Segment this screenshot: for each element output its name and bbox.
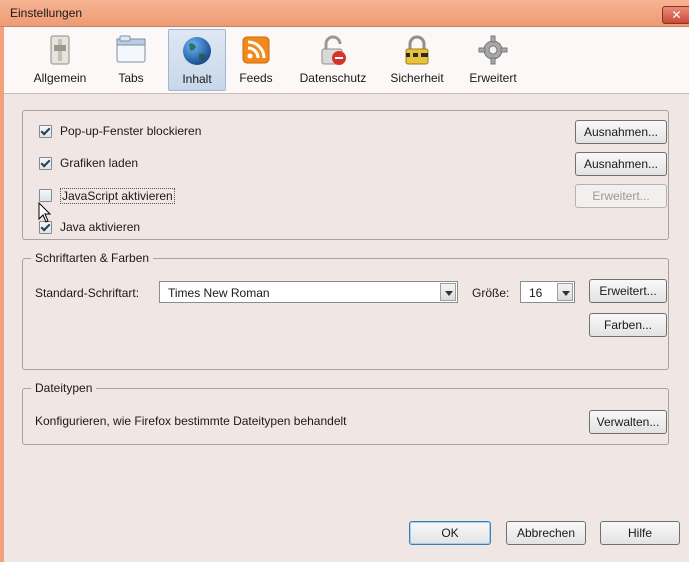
content-pane: Pop-up-Fenster blockieren Ausnahmen... G…	[4, 94, 689, 562]
close-button[interactable]: ✕	[662, 6, 689, 24]
chevron-down-icon	[440, 283, 456, 301]
globe-icon	[183, 37, 211, 65]
tab-label: Tabs	[118, 71, 144, 85]
padlock-icon	[405, 35, 429, 65]
file-types-description: Konfigurieren, wie Firefox bestimmte Dat…	[35, 414, 347, 428]
font-size-select[interactable]: 16	[520, 281, 575, 303]
load-images-checkbox[interactable]	[39, 157, 52, 170]
tab-datenschutz[interactable]: Datenschutz	[290, 29, 376, 91]
tab-sicherheit[interactable]: Sicherheit	[382, 29, 452, 91]
window-title: Einstellungen	[10, 6, 83, 20]
tabs-window-icon	[116, 35, 146, 63]
chevron-down-icon	[557, 283, 573, 301]
ok-button[interactable]: OK	[409, 521, 491, 545]
privacy-mask-icon	[321, 35, 346, 65]
image-exceptions-button[interactable]: Ausnahmen...	[575, 152, 667, 176]
tab-label: Allgemein	[33, 71, 87, 85]
javascript-checkbox[interactable]	[39, 189, 52, 202]
default-font-value: Times New Roman	[168, 286, 270, 300]
gear-icon	[478, 35, 508, 65]
javascript-advanced-button[interactable]: Erweitert...	[575, 184, 667, 208]
tab-tabs[interactable]: Tabs	[100, 29, 162, 91]
java-label: Java aktivieren	[60, 220, 141, 234]
mouse-pointer-icon	[38, 202, 52, 223]
tab-label: Datenschutz	[299, 71, 367, 85]
size-label: Größe:	[472, 286, 510, 300]
tab-label: Feeds	[239, 71, 273, 85]
tab-feeds[interactable]: Feeds	[230, 29, 282, 91]
popup-block-checkbox[interactable]	[39, 125, 52, 138]
colors-button[interactable]: Farben...	[589, 313, 667, 337]
default-font-select[interactable]: Times New Roman	[159, 281, 458, 303]
general-switch-icon	[50, 35, 70, 65]
file-types-legend: Dateitypen	[31, 381, 97, 395]
load-images-label: Grafiken laden	[60, 156, 139, 170]
font-size-value: 16	[529, 286, 543, 300]
tab-erweitert[interactable]: Erweitert	[462, 29, 524, 91]
file-types-group: Dateitypen Konfigurieren, wie Firefox be…	[22, 381, 669, 445]
javascript-label: JavaScript aktivieren	[60, 188, 175, 204]
tab-label: Sicherheit	[390, 71, 444, 85]
category-toolbar: Allgemein Tabs Inhalt Feeds Datenschutz …	[4, 27, 689, 94]
tab-allgemein[interactable]: Allgemein	[26, 29, 94, 91]
cancel-button[interactable]: Abbrechen	[506, 521, 586, 545]
manage-file-types-button[interactable]: Verwalten...	[589, 410, 667, 434]
default-font-label: Standard-Schriftart:	[35, 286, 140, 300]
popup-block-label: Pop-up-Fenster blockieren	[60, 124, 202, 138]
title-bar: Einstellungen ✕	[0, 0, 689, 27]
tab-label: Erweitert	[469, 71, 517, 85]
fonts-colors-legend: Schriftarten & Farben	[31, 251, 154, 265]
fonts-advanced-button[interactable]: Erweitert...	[589, 279, 667, 303]
preferences-dialog: Allgemein Tabs Inhalt Feeds Datenschutz …	[4, 27, 689, 562]
tab-label: Inhalt	[182, 72, 212, 86]
tab-inhalt[interactable]: Inhalt	[168, 29, 226, 91]
popup-exceptions-button[interactable]: Ausnahmen...	[575, 120, 667, 144]
rss-feed-icon	[242, 36, 270, 64]
content-options-group: Pop-up-Fenster blockieren Ausnahmen... G…	[22, 110, 669, 240]
fonts-colors-group: Schriftarten & Farben Standard-Schriftar…	[22, 251, 669, 370]
help-button[interactable]: Hilfe	[600, 521, 680, 545]
